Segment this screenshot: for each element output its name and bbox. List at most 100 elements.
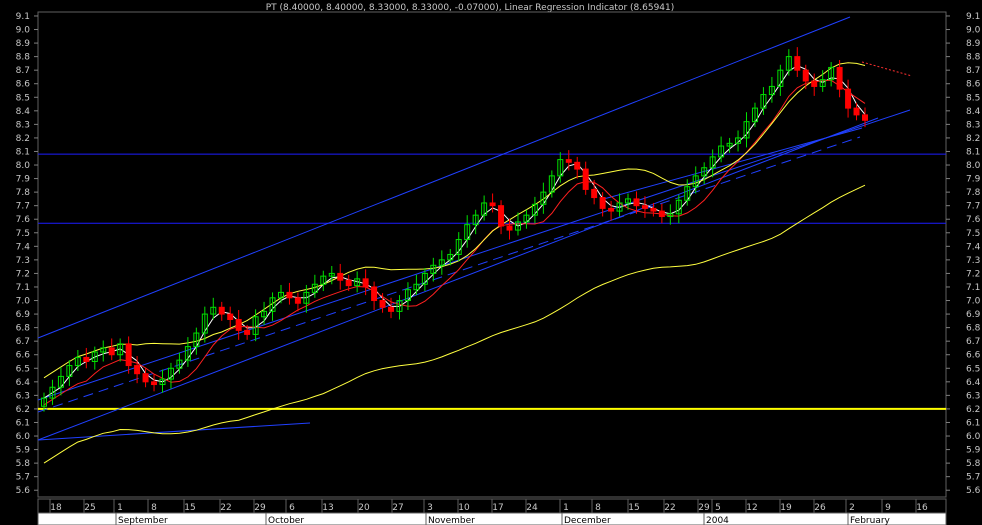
x-month-label: 2004 xyxy=(706,516,729,525)
y-tick-label-left: 7.6 xyxy=(16,215,31,225)
x-tick-label: 12 xyxy=(746,503,757,513)
y-tick-label-right: 8.9 xyxy=(966,39,981,49)
y-tick-label-right: 6.4 xyxy=(966,378,981,388)
candle-body xyxy=(294,297,301,304)
candle-body xyxy=(641,205,648,209)
chart-window: PT (8.40000, 8.40000, 8.33000, 8.33000, … xyxy=(0,0,982,525)
x-tick-label: 13 xyxy=(322,503,333,513)
y-tick-label-left: 7.8 xyxy=(16,188,31,198)
candle-body xyxy=(599,197,606,209)
candle-body xyxy=(142,373,149,383)
x-tick-label: 16 xyxy=(916,503,928,513)
candle-body xyxy=(658,210,665,218)
y-tick-label-left: 5.6 xyxy=(16,486,31,496)
candle-body xyxy=(794,56,801,71)
candle-body xyxy=(379,300,386,308)
y-tick-label-right: 8.2 xyxy=(966,134,980,144)
y-tick-label-left: 8.0 xyxy=(16,161,31,171)
y-tick-label-left: 8.7 xyxy=(16,66,30,76)
x-tick-label: 8 xyxy=(595,503,601,513)
y-tick-label-right: 5.7 xyxy=(966,473,980,483)
y-tick-label-right: 7.9 xyxy=(966,175,981,185)
y-tick-label-right: 5.6 xyxy=(966,486,981,496)
regression-channel-line xyxy=(37,117,879,441)
y-tick-label-right: 5.9 xyxy=(966,446,981,456)
y-tick-label-left: 6.3 xyxy=(16,391,30,401)
x-tick-label: 24 xyxy=(526,503,538,513)
regression-channel-line xyxy=(37,109,911,401)
candle-body xyxy=(125,343,132,367)
x-tick-label: 3 xyxy=(427,503,433,513)
x-tick-label: 22 xyxy=(664,503,675,513)
y-tick-label-right: 6.1 xyxy=(966,418,980,428)
regression-channel-line xyxy=(37,136,861,413)
y-tick-label-left: 7.2 xyxy=(16,269,30,279)
x-tick-label: 20 xyxy=(358,503,370,513)
y-tick-label-left: 5.9 xyxy=(16,446,31,456)
candle-body xyxy=(845,88,852,109)
y-tick-label-left: 7.7 xyxy=(16,202,30,212)
y-tick-label-left: 5.7 xyxy=(16,473,30,483)
y-tick-label-right: 7.3 xyxy=(966,256,980,266)
y-tick-label-left: 6.7 xyxy=(16,337,30,347)
y-tick-label-left: 6.9 xyxy=(16,310,31,320)
x-tick-label: 29 xyxy=(698,503,710,513)
y-tick-label-left: 6.4 xyxy=(16,378,31,388)
y-tick-label-left: 6.8 xyxy=(16,324,31,334)
y-axis-right: 5.6 5.7 5.8 5.9 6.0 6.1 6.2 6.3 6.4 6.5 6.6 6.7 6.8 6… xyxy=(946,12,981,496)
x-tick-label: 1 xyxy=(117,503,123,513)
regression-channel-line xyxy=(599,127,863,201)
y-tick-label-left: 6.1 xyxy=(16,418,30,428)
candle-body xyxy=(811,80,818,87)
y-tick-label-left: 9.1 xyxy=(16,12,30,22)
y-tick-label-left: 6.5 xyxy=(16,364,30,374)
candle-body xyxy=(853,107,860,116)
y-tick-label-left: 5.8 xyxy=(16,459,31,469)
y-tick-label-right: 7.8 xyxy=(966,188,981,198)
y-tick-label-right: 7.4 xyxy=(966,242,981,252)
moving-average-white xyxy=(43,65,866,399)
y-tick-label-right: 8.3 xyxy=(966,120,980,130)
plot-frame xyxy=(37,11,947,498)
y-tick-label-left: 8.4 xyxy=(16,107,31,117)
candle-body xyxy=(244,329,251,335)
x-tick-label: 8 xyxy=(151,503,157,513)
y-tick-label-right: 8.7 xyxy=(966,66,980,76)
y-tick-label-left: 8.5 xyxy=(16,93,30,103)
y-tick-label-left: 8.2 xyxy=(16,134,30,144)
x-month-label: December xyxy=(564,516,611,525)
candle-body xyxy=(388,306,395,312)
y-tick-label-left: 7.0 xyxy=(16,297,31,307)
candle-body xyxy=(151,381,158,386)
x-tick-label: 1 xyxy=(563,503,569,513)
y-tick-label-right: 8.4 xyxy=(966,107,981,117)
y-tick-label-left: 6.0 xyxy=(16,432,31,442)
candle-body xyxy=(633,198,640,207)
candle-body xyxy=(608,207,615,212)
lower-envelope-yellow xyxy=(43,184,866,464)
price-chart[interactable]: PT (8.40000, 8.40000, 8.33000, 8.33000, … xyxy=(0,0,982,525)
x-tick-label: 25 xyxy=(84,503,95,513)
candle-body xyxy=(345,279,352,287)
x-tick-label: 9 xyxy=(885,503,891,513)
x-tick-label: 5 xyxy=(715,503,721,513)
indicator-lines xyxy=(43,62,866,464)
x-month-label: October xyxy=(268,516,304,525)
y-tick-label-right: 6.5 xyxy=(966,364,980,374)
y-tick-label-right: 7.0 xyxy=(966,297,981,307)
y-tick-label-left: 8.8 xyxy=(16,53,31,63)
x-tick-label: 29 xyxy=(254,503,266,513)
candle-body xyxy=(506,225,513,231)
candle-body xyxy=(83,356,90,362)
y-tick-label-right: 8.0 xyxy=(966,161,981,171)
y-tick-label-left: 8.1 xyxy=(16,147,30,157)
x-tick-label: 2 xyxy=(849,503,855,513)
x-tick-label: 22 xyxy=(220,503,231,513)
candle-body xyxy=(582,168,589,190)
y-tick-label-right: 8.6 xyxy=(966,80,981,90)
candle-body xyxy=(108,347,115,356)
y-tick-label-left: 7.1 xyxy=(16,283,30,293)
candle-body xyxy=(862,114,868,121)
candle-body xyxy=(574,161,581,170)
x-tick-label: 10 xyxy=(458,503,470,513)
